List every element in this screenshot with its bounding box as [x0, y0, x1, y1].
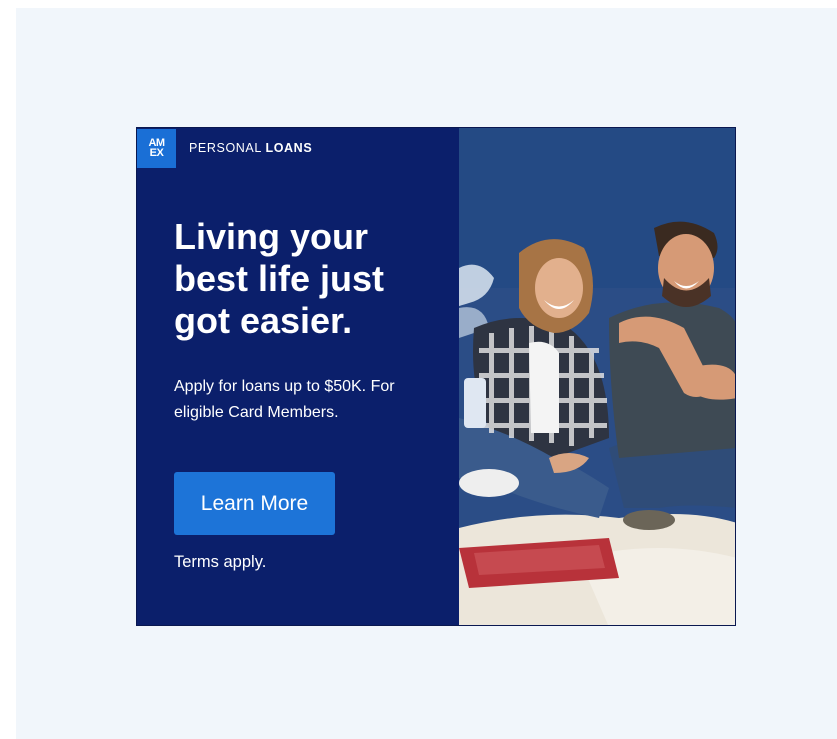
- amex-logo-icon: AM EX: [137, 128, 176, 168]
- learn-more-button[interactable]: Learn More: [174, 472, 335, 535]
- ad-copy-panel: AM EX PERSONAL LOANS Living your best li…: [137, 128, 459, 625]
- couple-photo-image: [459, 128, 735, 625]
- ad-subcopy: Apply for loans up to $50K. For eligible…: [174, 378, 395, 421]
- brand-name: PERSONAL LOANS: [189, 141, 312, 155]
- amex-personal-loans-ad[interactable]: AM EX PERSONAL LOANS Living your best li…: [136, 127, 736, 626]
- terms-apply-text: Terms apply.: [174, 553, 267, 571]
- brand-name-light: PERSONAL: [189, 141, 262, 155]
- brand-name-bold: LOANS: [265, 141, 313, 155]
- amex-logo-line-2: EX: [149, 147, 164, 159]
- ad-headline: Living your best life just got easier.: [174, 216, 385, 341]
- brand-header: AM EX PERSONAL LOANS: [137, 128, 459, 168]
